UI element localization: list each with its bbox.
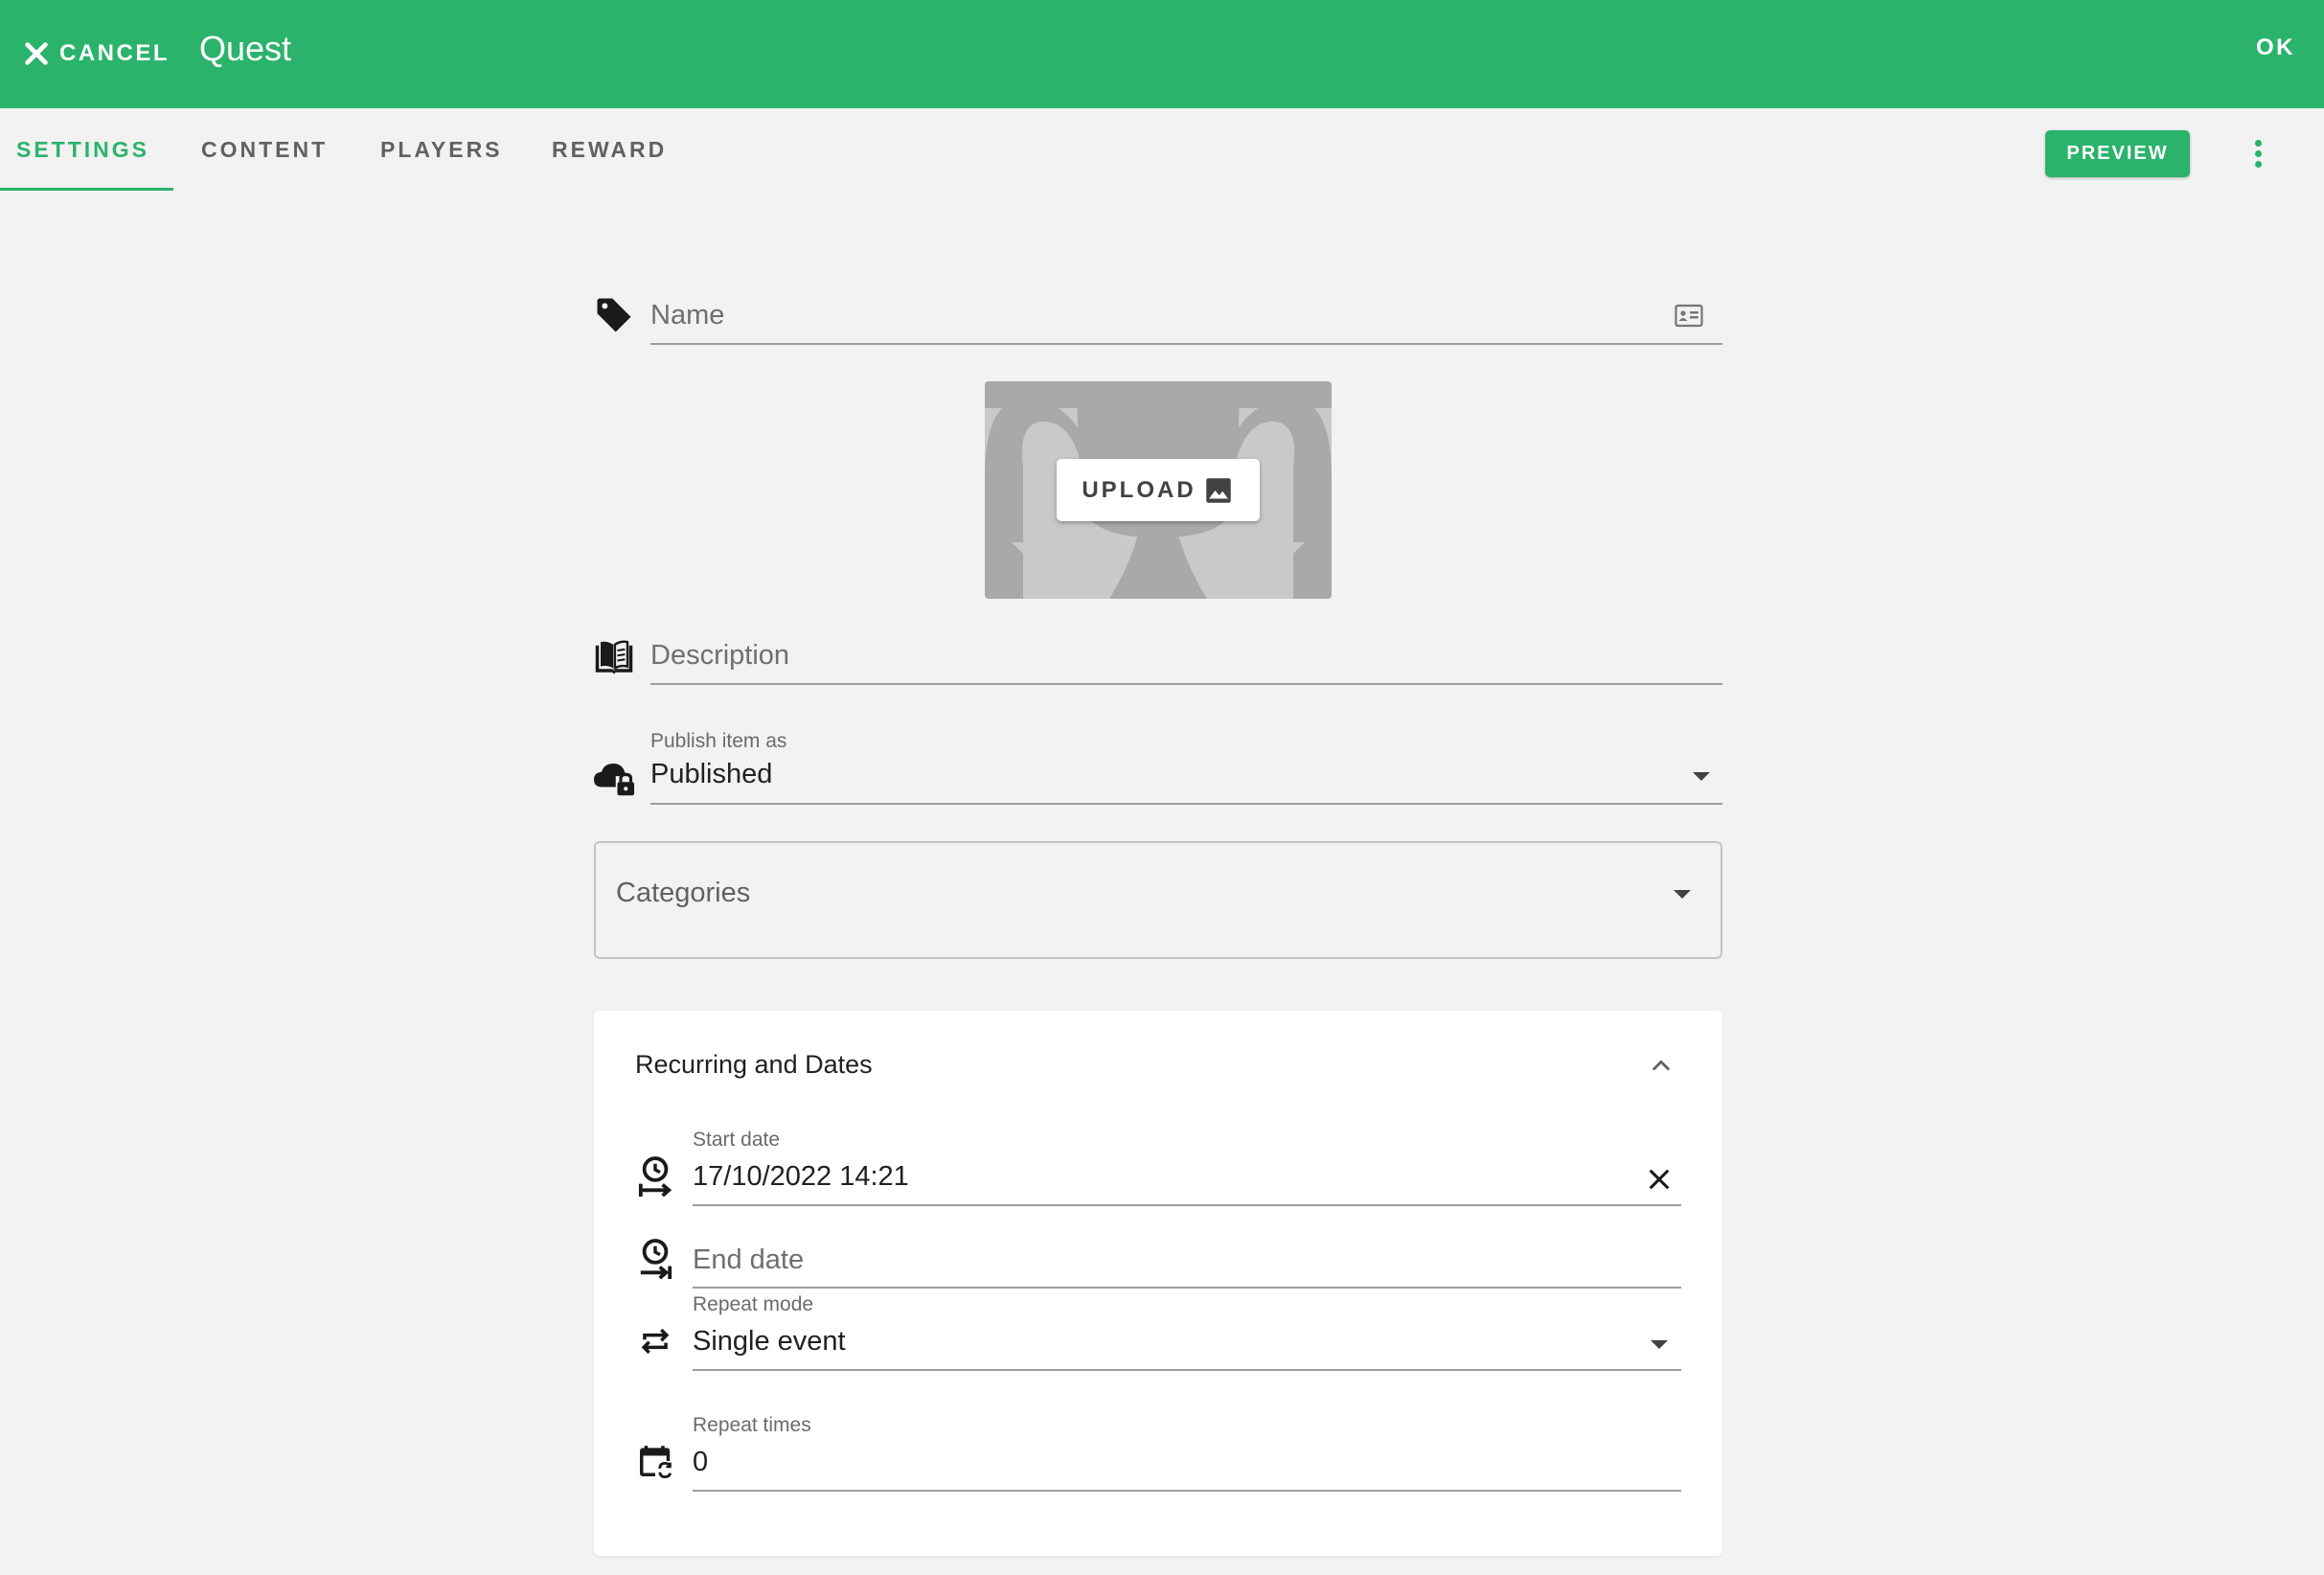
name-field[interactable]: Name xyxy=(650,287,1722,345)
start-date-label: Start date xyxy=(693,1129,781,1151)
more-vert-icon[interactable] xyxy=(2246,134,2269,172)
close-icon[interactable] xyxy=(1646,1166,1673,1193)
repeat-times-field[interactable]: 0 xyxy=(693,1438,1681,1492)
upload-button[interactable]: UPLOAD xyxy=(1057,459,1260,521)
start-date-value: 17/10/2022 14:21 xyxy=(693,1161,909,1192)
repeat-times-label: Repeat times xyxy=(693,1414,811,1436)
tab-content[interactable]: CONTENT xyxy=(201,108,328,191)
repeat-times-value: 0 xyxy=(693,1447,709,1477)
end-date-placeholder: End date xyxy=(693,1244,805,1275)
tab-players[interactable]: PLAYERS xyxy=(380,108,503,191)
tab-settings[interactable]: SETTINGS xyxy=(16,108,149,191)
cancel-button[interactable]: CANCEL xyxy=(21,33,170,75)
chevron-down-icon xyxy=(1693,772,1710,781)
categories-select[interactable]: Categories xyxy=(594,841,1722,959)
name-placeholder: Name xyxy=(650,300,725,331)
categories-label: Categories xyxy=(616,878,751,908)
clock-end-icon xyxy=(637,1238,673,1282)
description-field[interactable]: Description xyxy=(650,628,1722,685)
tab-reward[interactable]: REWARD xyxy=(552,108,667,191)
repeat-mode-value: Single event xyxy=(693,1326,846,1357)
chevron-down-icon xyxy=(1651,1340,1668,1349)
active-tab-indicator xyxy=(0,188,173,191)
chevron-down-icon xyxy=(1674,890,1691,899)
tag-icon xyxy=(594,295,634,335)
chevron-up-icon[interactable] xyxy=(1648,1053,1675,1080)
recurring-panel: Recurring and Dates Start date 17/10/202… xyxy=(594,1011,1722,1556)
id-card-icon xyxy=(1675,304,1703,328)
ok-button[interactable]: OK xyxy=(2256,34,2295,61)
close-icon xyxy=(25,42,48,65)
description-placeholder: Description xyxy=(650,640,790,671)
tab-bar: SETTINGS CONTENT PLAYERS REWARD xyxy=(0,108,2324,191)
publish-select[interactable]: Published xyxy=(650,747,1722,805)
recurring-title: Recurring and Dates xyxy=(635,1050,873,1079)
end-date-field[interactable]: End date xyxy=(693,1235,1681,1289)
repeat-mode-label: Repeat mode xyxy=(693,1293,814,1315)
book-icon xyxy=(594,637,634,677)
publish-value: Published xyxy=(650,759,773,789)
start-date-field[interactable]: 17/10/2022 14:21 xyxy=(693,1154,1681,1206)
cloud-lock-icon xyxy=(592,757,636,797)
preview-button[interactable]: PREVIEW xyxy=(2045,130,2190,177)
image-icon xyxy=(1205,477,1231,503)
cancel-label: CANCEL xyxy=(59,40,170,66)
page-title: Quest xyxy=(199,29,292,68)
upload-label: UPLOAD xyxy=(1082,476,1196,503)
repeat-mode-select[interactable]: Single event xyxy=(693,1317,1681,1371)
clock-start-icon xyxy=(637,1155,673,1199)
repeat-icon xyxy=(637,1322,673,1360)
calendar-sync-icon xyxy=(637,1441,673,1481)
app-bar: CANCEL Quest OK xyxy=(0,0,2324,108)
